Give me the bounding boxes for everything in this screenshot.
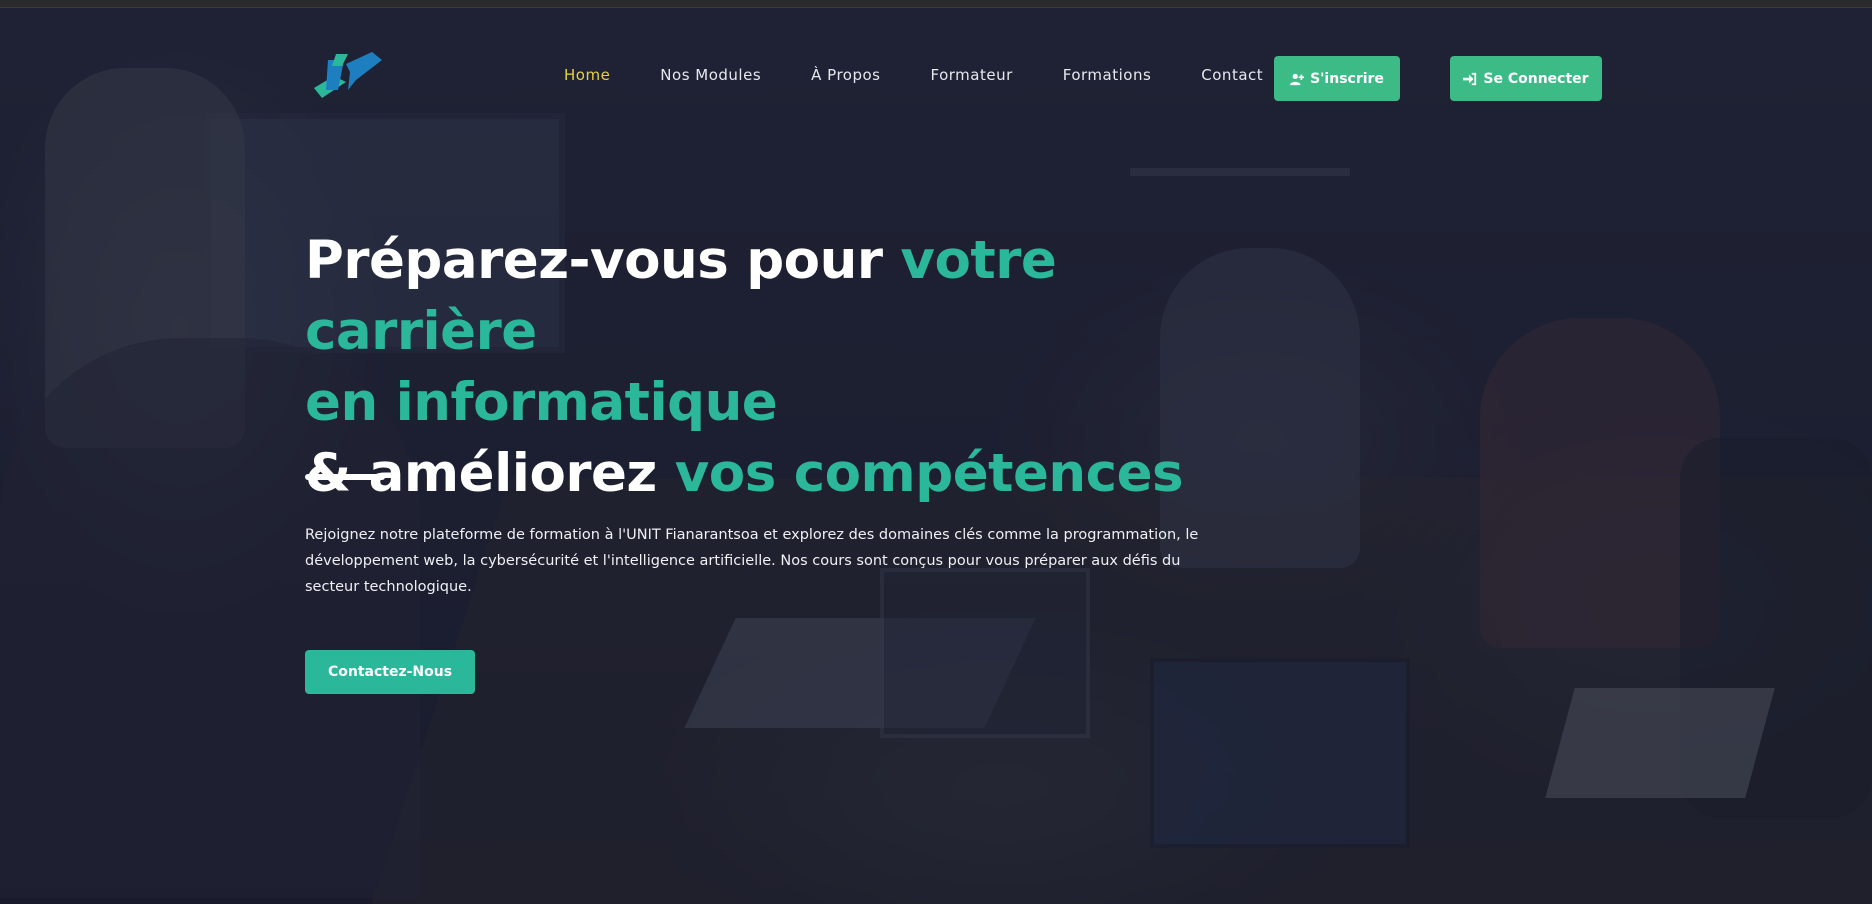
nav-formateur[interactable]: Formateur	[930, 66, 1012, 84]
signup-label: S'inscrire	[1310, 70, 1384, 87]
hero-headline: Préparez-vous pour votre carrière en inf…	[305, 225, 1305, 509]
browser-top-edge	[0, 0, 1872, 8]
nav-a-propos[interactable]: À Propos	[811, 66, 880, 84]
user-plus-icon	[1290, 73, 1305, 85]
hero-description: Rejoignez notre plateforme de formation …	[305, 527, 1199, 595]
hero-section: Préparez-vous pour votre carrière en inf…	[305, 225, 1305, 509]
main-menu: Home Nos Modules À Propos Formateur Form…	[564, 66, 1313, 84]
contact-us-button[interactable]: Contactez-Nous	[305, 650, 475, 694]
nav-formations[interactable]: Formations	[1063, 66, 1152, 84]
top-navigation: Home Nos Modules À Propos Formateur Form…	[0, 8, 1872, 128]
headline-line1-white: Préparez-vous pour	[305, 230, 901, 291]
login-button[interactable]: Se Connecter	[1450, 56, 1602, 101]
nav-nos-modules[interactable]: Nos Modules	[660, 66, 761, 84]
nav-home[interactable]: Home	[564, 66, 610, 84]
brand-logo[interactable]	[308, 46, 384, 106]
hero-divider	[305, 474, 385, 480]
signup-button[interactable]: S'inscrire	[1274, 56, 1400, 101]
sign-in-icon	[1463, 72, 1477, 85]
login-label: Se Connecter	[1483, 70, 1589, 87]
headline-line2-accent: en informatique	[305, 372, 778, 433]
headline-line3-accent: vos compétences	[674, 443, 1184, 504]
nav-contact[interactable]: Contact	[1201, 66, 1263, 84]
